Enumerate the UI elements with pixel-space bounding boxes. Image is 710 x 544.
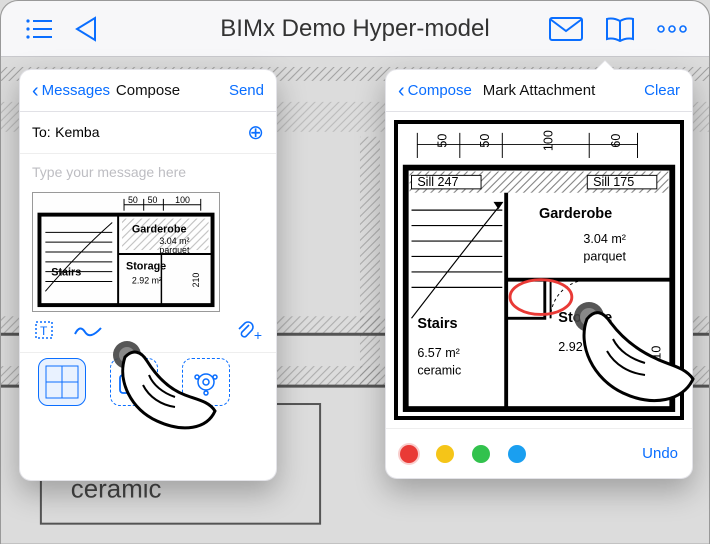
color-yellow[interactable] — [436, 445, 454, 463]
attachment-tile-model[interactable] — [182, 358, 230, 406]
markup-back-button[interactable]: ‹ Compose — [398, 81, 472, 101]
clear-button[interactable]: Clear — [644, 82, 680, 99]
svg-text:50: 50 — [148, 195, 158, 205]
svg-text:3.04 m²: 3.04 m² — [583, 232, 626, 246]
topbar: BIMx Demo Hyper-model — [1, 1, 709, 57]
chevron-left-icon: ‹ — [32, 81, 39, 101]
svg-text:50: 50 — [478, 134, 492, 148]
message-input[interactable]: Type your message here — [20, 154, 276, 184]
compose-popover: ‹ Messages Compose Send To: Kemba ⊕ Type… — [19, 69, 277, 481]
svg-text:Storage: Storage — [126, 261, 166, 273]
to-field: To: Kemba — [32, 124, 100, 142]
compose-toolbar: T + — [20, 312, 276, 352]
to-row: To: Kemba ⊕ — [20, 112, 276, 154]
svg-text:Stairs: Stairs — [51, 267, 81, 279]
scribble-tool-icon[interactable] — [74, 322, 102, 343]
svg-text:Storage: Storage — [558, 310, 612, 326]
svg-text:210: 210 — [191, 273, 201, 288]
markup-popover: ‹ Compose Mark Attachment Clear 50 50 10… — [385, 69, 693, 479]
svg-text:Garderobe: Garderobe — [132, 223, 187, 235]
text-tool-icon[interactable]: T — [34, 320, 54, 345]
markup-back-label: Compose — [408, 82, 472, 99]
to-prefix: To: — [32, 124, 51, 140]
svg-text:Sill 175: Sill 175 — [593, 175, 634, 189]
svg-text:ceramic: ceramic — [417, 363, 461, 377]
svg-text:6.57 m²: 6.57 m² — [417, 346, 460, 360]
svg-text:parquet: parquet — [583, 249, 626, 263]
color-green[interactable] — [472, 445, 490, 463]
compose-back-button[interactable]: ‹ Messages — [32, 81, 110, 101]
attachment-tile-camera[interactable] — [110, 358, 158, 406]
color-blue[interactable] — [508, 445, 526, 463]
attach-icon[interactable]: + — [236, 320, 262, 345]
attachment-thumbnail[interactable]: 50 50 100 Garderobe 3.04 m² parquet Stai… — [32, 192, 220, 312]
chevron-left-icon: ‹ — [398, 81, 405, 101]
svg-text:Stairs: Stairs — [417, 316, 457, 332]
markup-canvas[interactable]: 50 50 100 60 Sill 247 Sill 175 — [394, 120, 684, 420]
svg-text:100: 100 — [542, 130, 556, 151]
undo-button[interactable]: Undo — [642, 445, 678, 462]
compose-header: ‹ Messages Compose Send — [20, 70, 276, 112]
add-recipient-icon[interactable]: ⊕ — [247, 120, 264, 145]
svg-text:Garderobe: Garderobe — [539, 206, 612, 222]
compose-back-label: Messages — [42, 82, 110, 99]
svg-text:50: 50 — [435, 134, 449, 148]
to-name: Kemba — [55, 124, 99, 140]
svg-text:parquet: parquet — [159, 245, 190, 255]
markup-header: ‹ Compose Mark Attachment Clear — [386, 70, 692, 112]
svg-text:Sill 247: Sill 247 — [417, 175, 458, 189]
page-title: BIMx Demo Hyper-model — [1, 15, 709, 43]
svg-text:T: T — [40, 324, 48, 338]
svg-text:50: 50 — [128, 195, 138, 205]
svg-text:2.92 m²: 2.92 m² — [132, 275, 162, 285]
attachment-tile-plan[interactable] — [38, 358, 86, 406]
svg-text:60: 60 — [609, 134, 623, 148]
svg-text:100: 100 — [175, 195, 190, 205]
attachment-row — [20, 352, 276, 418]
svg-text:2.92 m²: 2.92 m² — [558, 340, 601, 354]
svg-text:210: 210 — [650, 346, 664, 367]
markup-footer: Undo — [386, 428, 692, 478]
color-red[interactable] — [400, 445, 418, 463]
send-button[interactable]: Send — [229, 82, 264, 99]
